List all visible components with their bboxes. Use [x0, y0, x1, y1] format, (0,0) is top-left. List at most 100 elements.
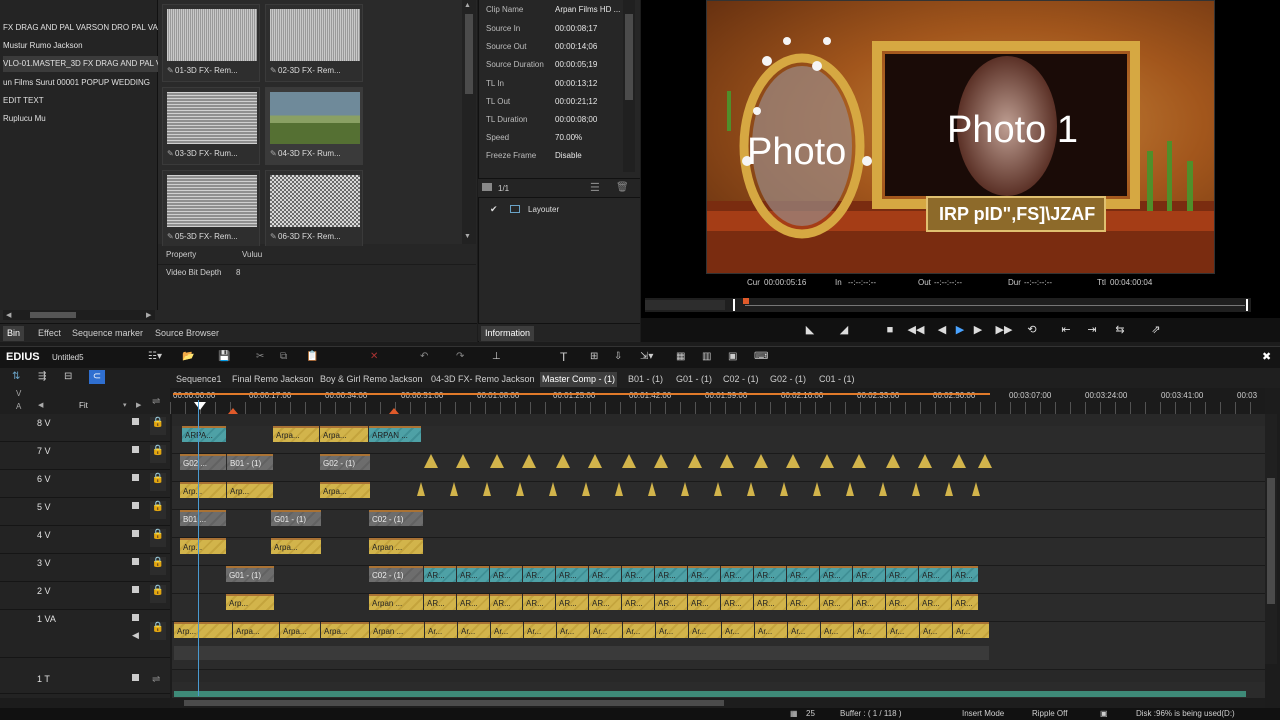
seq-tab[interactable]: G02 - (1)	[768, 372, 808, 387]
scroll-left-arrow-icon[interactable]: ◀	[6, 311, 11, 319]
work-area-bar[interactable]	[173, 393, 990, 395]
timeline-ruler[interactable]: 00:00:00:00 00:00:17:00 00:00:34:00 00:0…	[170, 388, 1265, 414]
timeline-clip[interactable]: AR...	[721, 594, 753, 610]
transition-marker[interactable]	[588, 454, 602, 468]
timeline-clip[interactable]: Arpa...	[320, 426, 368, 442]
timeline-clip[interactable]: AR...	[622, 594, 654, 610]
timeline-hscroll-thumb[interactable]	[184, 700, 724, 706]
track-expand-icon[interactable]: ⇌	[152, 674, 160, 685]
scrubber-handle[interactable]	[743, 298, 749, 304]
lock-icon[interactable]: 🔒	[150, 501, 166, 519]
transition-marker[interactable]	[516, 482, 524, 496]
speaker-icon[interactable]: ◀	[132, 630, 139, 641]
transition-marker[interactable]	[556, 454, 570, 468]
folder-item-selected[interactable]: VLO-01.MASTER_3D FX DRAG AND PAL V	[3, 56, 158, 72]
clip-thumbnail[interactable]: ✎03-3D FX- Rum...	[162, 87, 260, 165]
clip-thumbnail[interactable]: ✎06-3D FX- Rem...	[265, 170, 363, 248]
timeline-clip[interactable]: Arpan ...	[369, 594, 423, 610]
track-header-4v[interactable]: 4 V 🔒	[0, 526, 170, 554]
timeline-clip[interactable]: C02 - (1)	[369, 566, 423, 582]
transition-marker[interactable]	[978, 454, 992, 468]
tab-effect[interactable]: Effect	[34, 326, 65, 341]
transition-marker[interactable]	[681, 482, 689, 496]
transition-marker[interactable]	[714, 482, 722, 496]
seq-tab[interactable]: B01 - (1)	[626, 372, 665, 387]
timeline-clip[interactable]: Arpan ...	[370, 622, 424, 638]
transition-marker[interactable]	[786, 454, 800, 468]
transition-marker[interactable]	[780, 482, 788, 496]
track-header-1t[interactable]: 1 T ⇌	[0, 670, 170, 694]
add-marker-icon[interactable]: ⊥	[492, 351, 501, 362]
track-header-1va[interactable]: 1 VA ◀ 🔒	[0, 610, 170, 658]
scroll-right-arrow-icon[interactable]: ▶	[146, 311, 151, 319]
transition-marker[interactable]	[918, 454, 932, 468]
timeline-clip[interactable]: AR...	[490, 566, 522, 582]
timeline-clip[interactable]: Ar...	[920, 622, 952, 638]
timeline-clip[interactable]: AR...	[919, 566, 951, 582]
timeline-clip[interactable]: AR...	[886, 566, 918, 582]
timeline-clip[interactable]: AR...	[886, 594, 918, 610]
track-header-8v[interactable]: 8 V 🔒	[0, 414, 170, 442]
tab-sequence-marker[interactable]: Sequence marker	[68, 326, 147, 341]
timeline-clip[interactable]: Arp...	[180, 538, 226, 554]
timeline-clip[interactable]: G02 - (1)	[320, 454, 370, 470]
link-icon[interactable]: ⊟	[64, 371, 72, 382]
ruler-settings-icon[interactable]: ⇌	[152, 396, 160, 407]
timeline-clip[interactable]: AR...	[523, 594, 555, 610]
overwrite-icon[interactable]: ⇥	[1083, 322, 1101, 338]
ripple-icon[interactable]: ⇅	[12, 371, 20, 382]
timeline-clip[interactable]: AR...	[424, 594, 456, 610]
timeline-clip[interactable]: AR...	[820, 566, 852, 582]
save-icon[interactable]: 💾	[218, 351, 230, 362]
seq-tab-active[interactable]: Master Comp - (1)	[540, 372, 618, 387]
timeline-clip[interactable]: AR...	[688, 566, 720, 582]
close-icon[interactable]: ✖	[1262, 350, 1271, 363]
seq-tab[interactable]: Boy & Girl Remo Jackson	[318, 372, 425, 387]
transition-marker[interactable]	[846, 482, 854, 496]
timeline-clip[interactable]: AR...	[589, 566, 621, 582]
zoom-fit-label[interactable]: Fit	[79, 401, 88, 410]
timeline-clip[interactable]: Ar...	[524, 622, 556, 638]
track-header-2v[interactable]: 2 V 🔒	[0, 582, 170, 610]
list-icon[interactable]: ☰	[590, 181, 600, 194]
timeline-clip[interactable]: AR...	[853, 566, 885, 582]
folder-item[interactable]: FX DRAG AND PAL VARSON DRO PAL VAR	[3, 20, 158, 36]
scroll-up-arrow-icon[interactable]: ▲	[464, 2, 471, 9]
timeline-clip[interactable]: Arpa...	[321, 622, 369, 638]
transition-marker[interactable]	[813, 482, 821, 496]
track-view-icon[interactable]	[132, 674, 139, 681]
track-view-icon[interactable]	[132, 614, 139, 621]
transition-marker[interactable]	[450, 482, 458, 496]
replace-icon[interactable]: ⇆	[1111, 322, 1129, 338]
timeline-vertical-scrollbar[interactable]	[1265, 414, 1277, 664]
open-folder-icon[interactable]: 📂	[182, 351, 194, 362]
transition-marker[interactable]	[615, 482, 623, 496]
undo-icon[interactable]: ↶	[420, 351, 428, 362]
timeline-clip[interactable]: AR...	[424, 566, 456, 582]
tab-source-browser[interactable]: Source Browser	[151, 326, 223, 341]
export-icon[interactable]: ⇗	[1147, 322, 1165, 338]
transition-marker[interactable]	[912, 482, 920, 496]
timeline-clip[interactable]: Ar...	[590, 622, 622, 638]
export-menu-icon[interactable]: ⇲▾	[640, 351, 653, 362]
timeline-clip[interactable]: Ar...	[953, 622, 989, 638]
timeline-clip[interactable]: AR...	[655, 594, 687, 610]
track-header-7v[interactable]: 7 V 🔒	[0, 442, 170, 470]
timeline-clip[interactable]: AR...	[457, 566, 489, 582]
transition-marker[interactable]	[654, 454, 668, 468]
timeline-clip[interactable]: AR...	[919, 594, 951, 610]
sequence-menu-icon[interactable]: ☷▾	[148, 351, 162, 362]
transition-marker[interactable]	[648, 482, 656, 496]
timeline-clip[interactable]: AR...	[853, 594, 885, 610]
timeline-cursor[interactable]	[198, 400, 199, 696]
mixer-icon[interactable]: ▥	[702, 351, 711, 362]
preview-scrubber[interactable]	[645, 298, 1251, 312]
zoom-right-arrow-icon[interactable]: ▶	[136, 401, 141, 409]
output-icon[interactable]: ⇩	[614, 351, 622, 362]
stop-icon[interactable]: ■	[881, 322, 899, 338]
timeline-clip[interactable]: AR...	[457, 594, 489, 610]
track-view-icon[interactable]	[132, 586, 139, 593]
preview-frame[interactable]: Photo Photo 1 IRP pID",FS]\JZAF	[706, 0, 1215, 274]
fast-forward-icon[interactable]: ▶▶	[995, 322, 1013, 338]
timeline-clip[interactable]: G01 - (1)	[226, 566, 274, 582]
